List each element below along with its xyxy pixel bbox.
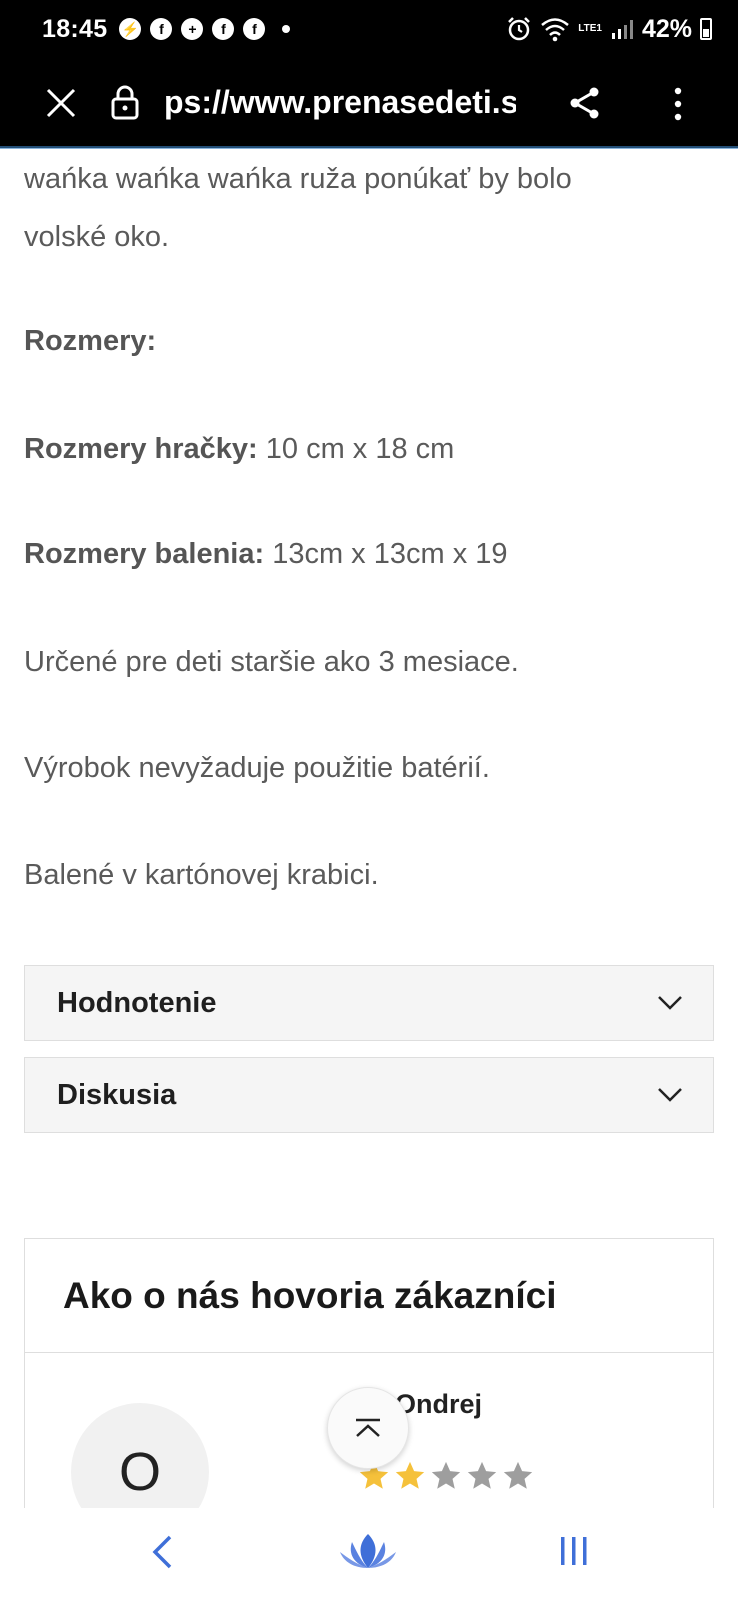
scroll-to-top-button[interactable]	[327, 1387, 409, 1469]
reviews-header: Ako o nás hovoria zákazníci	[25, 1239, 713, 1353]
packaging-note: Balené v kartónovej krabici.	[24, 859, 379, 891]
star-empty-icon	[503, 1461, 533, 1489]
package-dimensions: Rozmery balenia: 13cm x 13cm x 19	[24, 525, 508, 583]
page-load-divider	[0, 146, 738, 149]
facebook-icon: f	[243, 18, 266, 40]
notification-icons: ⚡ f + f f	[119, 18, 291, 40]
description-line: volské oko.	[24, 221, 170, 253]
network-type: LTE1	[578, 23, 602, 34]
battery-icon	[700, 18, 712, 40]
system-navigation-bar	[0, 1508, 738, 1600]
lock-icon[interactable]	[110, 84, 140, 120]
facebook-icon: f	[212, 18, 235, 40]
url-field[interactable]: ps://www.prenasedeti.sk/	[164, 84, 516, 121]
toy-dimensions-value: 10 cm x 18 cm	[257, 433, 455, 465]
close-icon[interactable]	[44, 86, 78, 120]
toy-dimensions-label: Rozmery hračky:	[24, 433, 258, 465]
status-bar: 18:45 ⚡ f + f f LTE1 42%	[0, 0, 738, 58]
toy-dimensions: Rozmery hračky: 10 cm x 18 cm	[24, 420, 454, 478]
reviews-title: Ako o nás hovoria zákazníci	[63, 1274, 557, 1316]
back-icon[interactable]	[150, 1534, 174, 1570]
package-dimensions-value: 13cm x 13cm x 19	[264, 538, 508, 570]
chevron-down-icon	[658, 996, 682, 1010]
signal-icon	[611, 20, 633, 39]
wifi-icon	[541, 18, 570, 42]
age-note: Určené pre deti staršie ako 3 mesiace.	[24, 646, 519, 678]
description-line: wańka wańka wańka ruža ponúkať by bolo	[24, 163, 572, 195]
browser-toolbar: ps://www.prenasedeti.sk/	[0, 58, 738, 148]
reviewer-name: Ondrej	[395, 1389, 483, 1419]
battery-percent: 42%	[641, 14, 692, 43]
dimensions-heading: Rozmery:	[24, 325, 157, 357]
more-notifications-icon	[282, 25, 291, 33]
lotus-home-icon[interactable]	[338, 1530, 398, 1574]
messenger-icon: ⚡	[119, 18, 142, 40]
accordion-label: Diskusia	[57, 1078, 177, 1111]
facebook-icon: f	[150, 18, 173, 40]
alarm-icon	[508, 17, 531, 41]
status-right: LTE1 42%	[506, 15, 712, 44]
star-filled-icon	[395, 1461, 425, 1489]
arrow-up-icon	[356, 1418, 380, 1437]
person-add-icon: +	[181, 18, 204, 40]
share-icon[interactable]	[568, 86, 602, 120]
accordion-label: Hodnotenie	[57, 986, 217, 1019]
more-vert-icon[interactable]	[672, 86, 684, 122]
status-time: 18:45	[42, 14, 108, 43]
package-dimensions-label: Rozmery balenia:	[24, 538, 265, 570]
star-empty-icon	[467, 1461, 497, 1489]
accordion-diskusia[interactable]: Diskusia	[24, 1057, 714, 1133]
chevron-down-icon	[658, 1088, 682, 1102]
recent-apps-icon[interactable]	[558, 1534, 590, 1568]
accordion-hodnotenie[interactable]: Hodnotenie	[24, 965, 714, 1041]
battery-note: Výrobok nevyžaduje použitie batérií.	[24, 752, 490, 784]
star-empty-icon	[431, 1461, 461, 1489]
